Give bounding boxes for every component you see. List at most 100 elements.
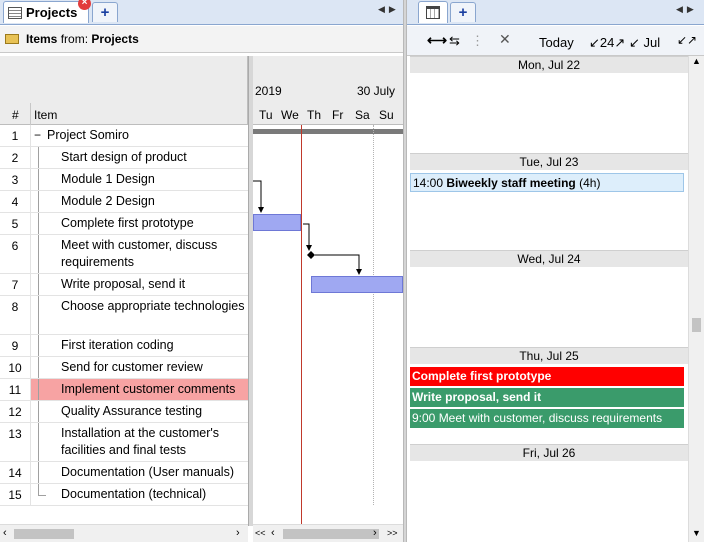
tree-line — [38, 401, 39, 422]
add-tab-button-right[interactable]: + — [450, 2, 476, 22]
tree-line — [38, 213, 39, 234]
insert-item-icon[interactable]: ⇆ — [449, 33, 460, 49]
table-row[interactable]: 11 Implement customer comments — [0, 379, 248, 401]
folder-icon — [5, 34, 19, 44]
today-button[interactable]: Today — [539, 35, 574, 50]
event-write-proposal[interactable]: Write proposal, send it — [410, 388, 684, 407]
calendar-day-header[interactable]: Tue, Jul 23 — [410, 153, 688, 170]
table-row[interactable]: 2 Start design of product — [0, 147, 248, 169]
item-text[interactable]: Quality Assurance testing — [61, 403, 246, 420]
close-icon[interactable]: × — [78, 0, 91, 10]
tree-line — [38, 147, 39, 168]
row-number: 14 — [8, 466, 22, 480]
item-text[interactable]: Send for customer review — [61, 359, 246, 376]
grid-icon — [8, 6, 22, 19]
row-number: 4 — [11, 195, 19, 209]
range-24-button[interactable]: ↙24↗ — [589, 35, 625, 51]
expand-icon[interactable]: ↙↗ — [677, 33, 697, 47]
grid-horizontal-scrollbar[interactable]: ‹ › — [0, 524, 248, 542]
row-number: 10 — [8, 361, 22, 375]
item-text[interactable]: Choose appropriate technologies — [61, 298, 246, 315]
table-row[interactable]: 15 Documentation (technical) — [0, 484, 248, 506]
table-row[interactable]: 7 Write proposal, send it — [0, 274, 248, 296]
row-number: 13 — [8, 427, 22, 441]
table-row[interactable]: 4 Module 2 Design — [0, 191, 248, 213]
gantt-scroll-thumb[interactable] — [283, 529, 379, 539]
row-number: 1 — [11, 129, 19, 143]
row-number: 11 — [8, 383, 22, 397]
tab-calendar[interactable] — [418, 1, 448, 23]
item-text[interactable]: Module 2 Design — [61, 193, 246, 210]
gantt-chart: 2019 30 July Tu We Th Fr Sa Su — [253, 56, 403, 526]
row-number: 8 — [11, 300, 19, 314]
event-biweekly-meeting[interactable]: 14:00 Biweekly staff meeting (4h) — [410, 173, 684, 192]
pane-splitter[interactable] — [403, 0, 407, 542]
table-row[interactable]: 1 − Project Somiro — [0, 125, 248, 147]
table-row[interactable]: 10 Send for customer review — [0, 357, 248, 379]
tab-scroll-arrows-right[interactable]: ◀▶ — [676, 4, 698, 15]
item-text[interactable]: First iteration coding — [61, 337, 246, 354]
scroll-far-right-button[interactable]: >> — [387, 528, 398, 538]
items-source-bar: Items from: Projects — [0, 26, 403, 53]
table-row[interactable]: 13 Installation at the customer's facilit… — [0, 423, 248, 462]
item-text[interactable]: Start design of product — [61, 149, 246, 166]
item-text[interactable]: Documentation (technical) — [61, 486, 246, 503]
left-tab-strip: Projects × + ◀▶ — [0, 0, 404, 25]
tree-line — [38, 484, 39, 495]
timescale-day-label: Th — [307, 108, 322, 122]
tree-line — [38, 274, 39, 295]
table-row[interactable]: 9 First iteration coding — [0, 335, 248, 357]
table-row[interactable]: 12 Quality Assurance testing — [0, 401, 248, 423]
link-icon[interactable]: ⋮ — [471, 33, 484, 49]
item-text[interactable]: Module 1 Design — [61, 171, 246, 188]
item-text[interactable]: Complete first prototype — [61, 215, 246, 232]
tab-scroll-arrows[interactable]: ◀▶ — [378, 4, 400, 15]
calendar-day-header[interactable]: Fri, Jul 26 — [410, 444, 688, 461]
table-row[interactable]: 6 Meet with customer, discuss requirement… — [0, 235, 248, 274]
table-row[interactable]: 8 Choose appropriate technologies — [0, 296, 248, 335]
item-text[interactable]: Documentation (User manuals) — [61, 464, 246, 481]
row-number: 7 — [11, 278, 19, 292]
calendar-vertical-scrollbar[interactable]: ▲ ▼ — [688, 56, 704, 542]
collapse-icon[interactable]: − — [34, 128, 41, 142]
dependency-links — [253, 180, 362, 275]
item-text[interactable]: Installation at the customer's facilitie… — [61, 425, 246, 459]
table-row[interactable]: 5 Complete first prototype — [0, 213, 248, 235]
row-number: 5 — [11, 217, 19, 231]
item-text[interactable]: Implement customer comments — [61, 381, 246, 398]
month-button[interactable]: ↙ Jul — [629, 35, 660, 51]
table-row[interactable]: 3 Module 1 Design — [0, 169, 248, 191]
tree-line — [38, 191, 39, 212]
calendar-scroll-thumb[interactable] — [692, 318, 701, 332]
timescale-year: 2019 — [255, 84, 282, 98]
row-number: 12 — [8, 405, 22, 419]
calendar-toolbar: ⟷ ⇆ ⋮ ✕ Today ↙24↗ ↙ Jul ↙↗ — [407, 26, 704, 56]
timescale-day-label: Tu — [259, 108, 273, 122]
items-from: from: — [60, 32, 89, 46]
resize-width-icon[interactable]: ⟷ — [427, 32, 447, 49]
event-complete-prototype[interactable]: Complete first prototype — [410, 367, 684, 386]
scroll-far-left-button[interactable]: << — [255, 528, 266, 538]
item-text[interactable]: Project Somiro — [47, 127, 242, 144]
items-label: Items — [26, 32, 58, 46]
calendar-day-header[interactable]: Thu, Jul 25 — [410, 347, 688, 364]
tree-line — [38, 379, 39, 400]
gantt-horizontal-scrollbar[interactable]: << ‹ › >> — [253, 524, 403, 542]
event-meet-customer[interactable]: 9:00 Meet with customer, discuss require… — [410, 409, 684, 428]
items-source: Projects — [91, 32, 139, 46]
add-tab-button[interactable]: + — [92, 2, 118, 22]
item-text[interactable]: Write proposal, send it — [61, 276, 246, 293]
milestone-diamond — [307, 251, 315, 259]
scroll-thumb[interactable] — [14, 529, 74, 539]
unlink-icon[interactable]: ✕ — [499, 31, 511, 48]
item-text[interactable]: Meet with customer, discuss requirements — [61, 237, 246, 271]
table-row[interactable]: 14 Documentation (User manuals) — [0, 462, 248, 484]
col-header-item[interactable]: Item — [34, 108, 57, 122]
tree-line — [38, 335, 39, 356]
row-number: 2 — [11, 151, 19, 165]
calendar-icon — [426, 6, 440, 19]
calendar-day-header[interactable]: Wed, Jul 24 — [410, 250, 688, 267]
calendar-day-header[interactable]: Mon, Jul 22 — [410, 56, 688, 73]
tab-projects[interactable]: Projects — [3, 1, 89, 23]
col-header-number[interactable]: # — [12, 108, 19, 122]
